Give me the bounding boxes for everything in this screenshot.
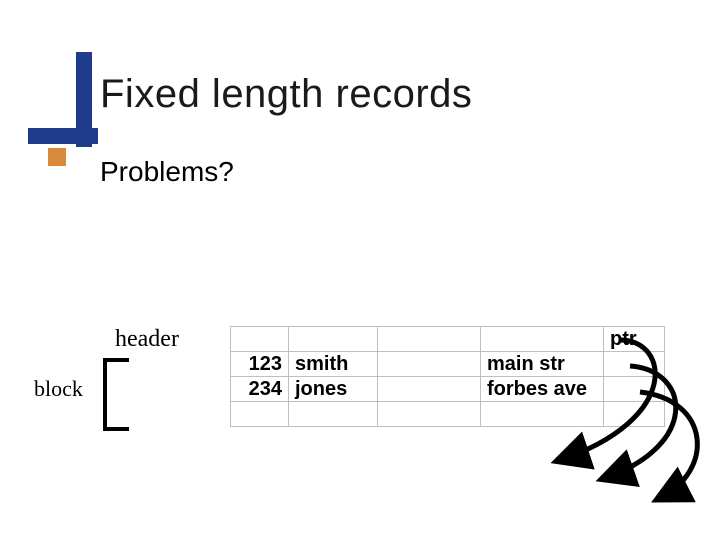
slide-subtitle: Problems?	[100, 156, 234, 188]
cell	[378, 377, 481, 402]
label-header: header	[115, 326, 179, 353]
cell	[604, 402, 665, 427]
cell	[604, 377, 665, 402]
cell	[604, 352, 665, 377]
cell: forbes ave	[481, 377, 604, 402]
cell	[289, 327, 378, 352]
table-row-empty	[231, 402, 665, 427]
cell: 123	[231, 352, 289, 377]
table-row: 234 jones forbes ave	[231, 377, 665, 402]
title-accent-square	[48, 148, 66, 166]
cell	[481, 327, 604, 352]
cell	[231, 327, 289, 352]
title-bar-vertical	[76, 52, 92, 147]
slide-title: Fixed length records	[100, 72, 472, 117]
table-row-header: ptr	[231, 327, 665, 352]
cell: jones	[289, 377, 378, 402]
cell	[289, 402, 378, 427]
cell	[481, 402, 604, 427]
cell: smith	[289, 352, 378, 377]
records-table: ptr 123 smith main str 234 jones forbes …	[230, 326, 665, 427]
cell	[378, 402, 481, 427]
block-bracket	[103, 358, 129, 431]
cell: 234	[231, 377, 289, 402]
table-row: 123 smith main str	[231, 352, 665, 377]
cell-ptr-header: ptr	[604, 327, 665, 352]
cell	[378, 352, 481, 377]
cell: main str	[481, 352, 604, 377]
label-block: block	[34, 376, 83, 402]
cell	[378, 327, 481, 352]
cell	[231, 402, 289, 427]
